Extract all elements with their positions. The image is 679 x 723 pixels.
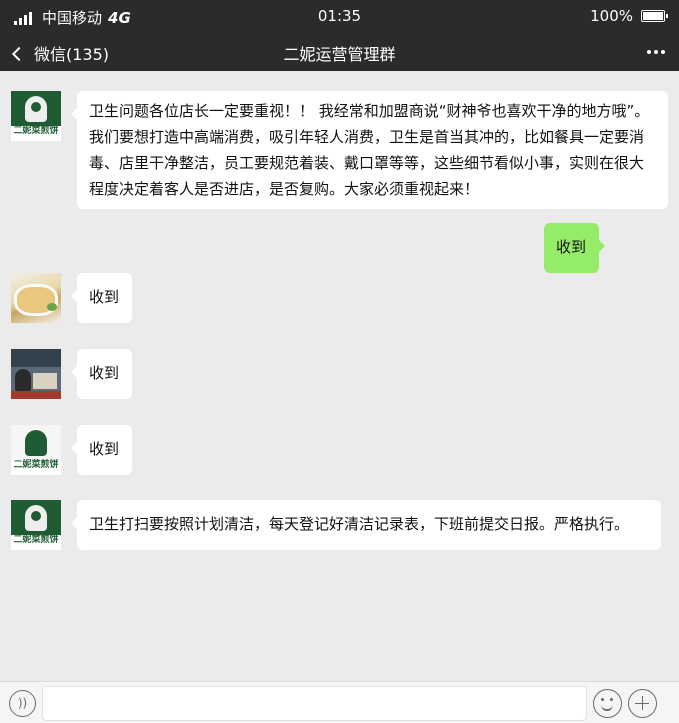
message-text: 收到 [556,238,587,256]
sender-avatar[interactable]: 二妮菜煎饼 [11,425,61,475]
message-bubble[interactable]: 收到 [71,273,132,323]
message-text: 收到 [89,288,120,306]
chat-header: 微信(135) 二妮运营管理群 [0,32,679,71]
voice-icon[interactable]: )) [9,690,36,717]
emoji-icon[interactable] [593,689,622,718]
message-bubble[interactable]: 卫生打扫要按照计划清洁，每天登记好清洁记录表，下班前提交日报。严格执行。 [71,500,661,550]
chat-title: 二妮运营管理群 [283,45,396,64]
message-text: 收到 [89,440,120,458]
clock: 01:35 [317,7,362,25]
plus-icon[interactable] [628,689,657,718]
sender-avatar[interactable]: 二妮菜煎饼 [11,500,61,550]
message-bubble[interactable]: 卫生问题各位店长一定要重视！！ 我经常和加盟商说“财神爷也喜欢干净的地方哦”。我… [71,91,668,209]
sender-avatar[interactable]: 二妮菜煎饼 [11,91,61,141]
more-dots-icon[interactable] [644,50,665,54]
message-text: 收到 [89,364,120,382]
input-bar: )) [0,681,679,723]
message-bubble[interactable]: 收到 [71,349,132,399]
message-input[interactable] [42,686,587,721]
message-bubble[interactable]: 收到 [71,425,132,475]
sender-avatar[interactable] [11,349,61,399]
status-bar: 中国移动 4G 01:35 100% [0,0,679,32]
message-text: 卫生打扫要按照计划清洁，每天登记好清洁记录表，下班前提交日报。严格执行。 [89,515,630,533]
sender-avatar[interactable] [11,273,61,323]
message-text: 卫生问题各位店长一定要重视！！ 我经常和加盟商说“财神爷也喜欢干净的地方哦”。我… [89,102,650,198]
battery-icon [641,10,668,22]
message-bubble-outgoing[interactable]: 收到 [544,223,605,273]
battery-percent: 100% [590,7,633,25]
